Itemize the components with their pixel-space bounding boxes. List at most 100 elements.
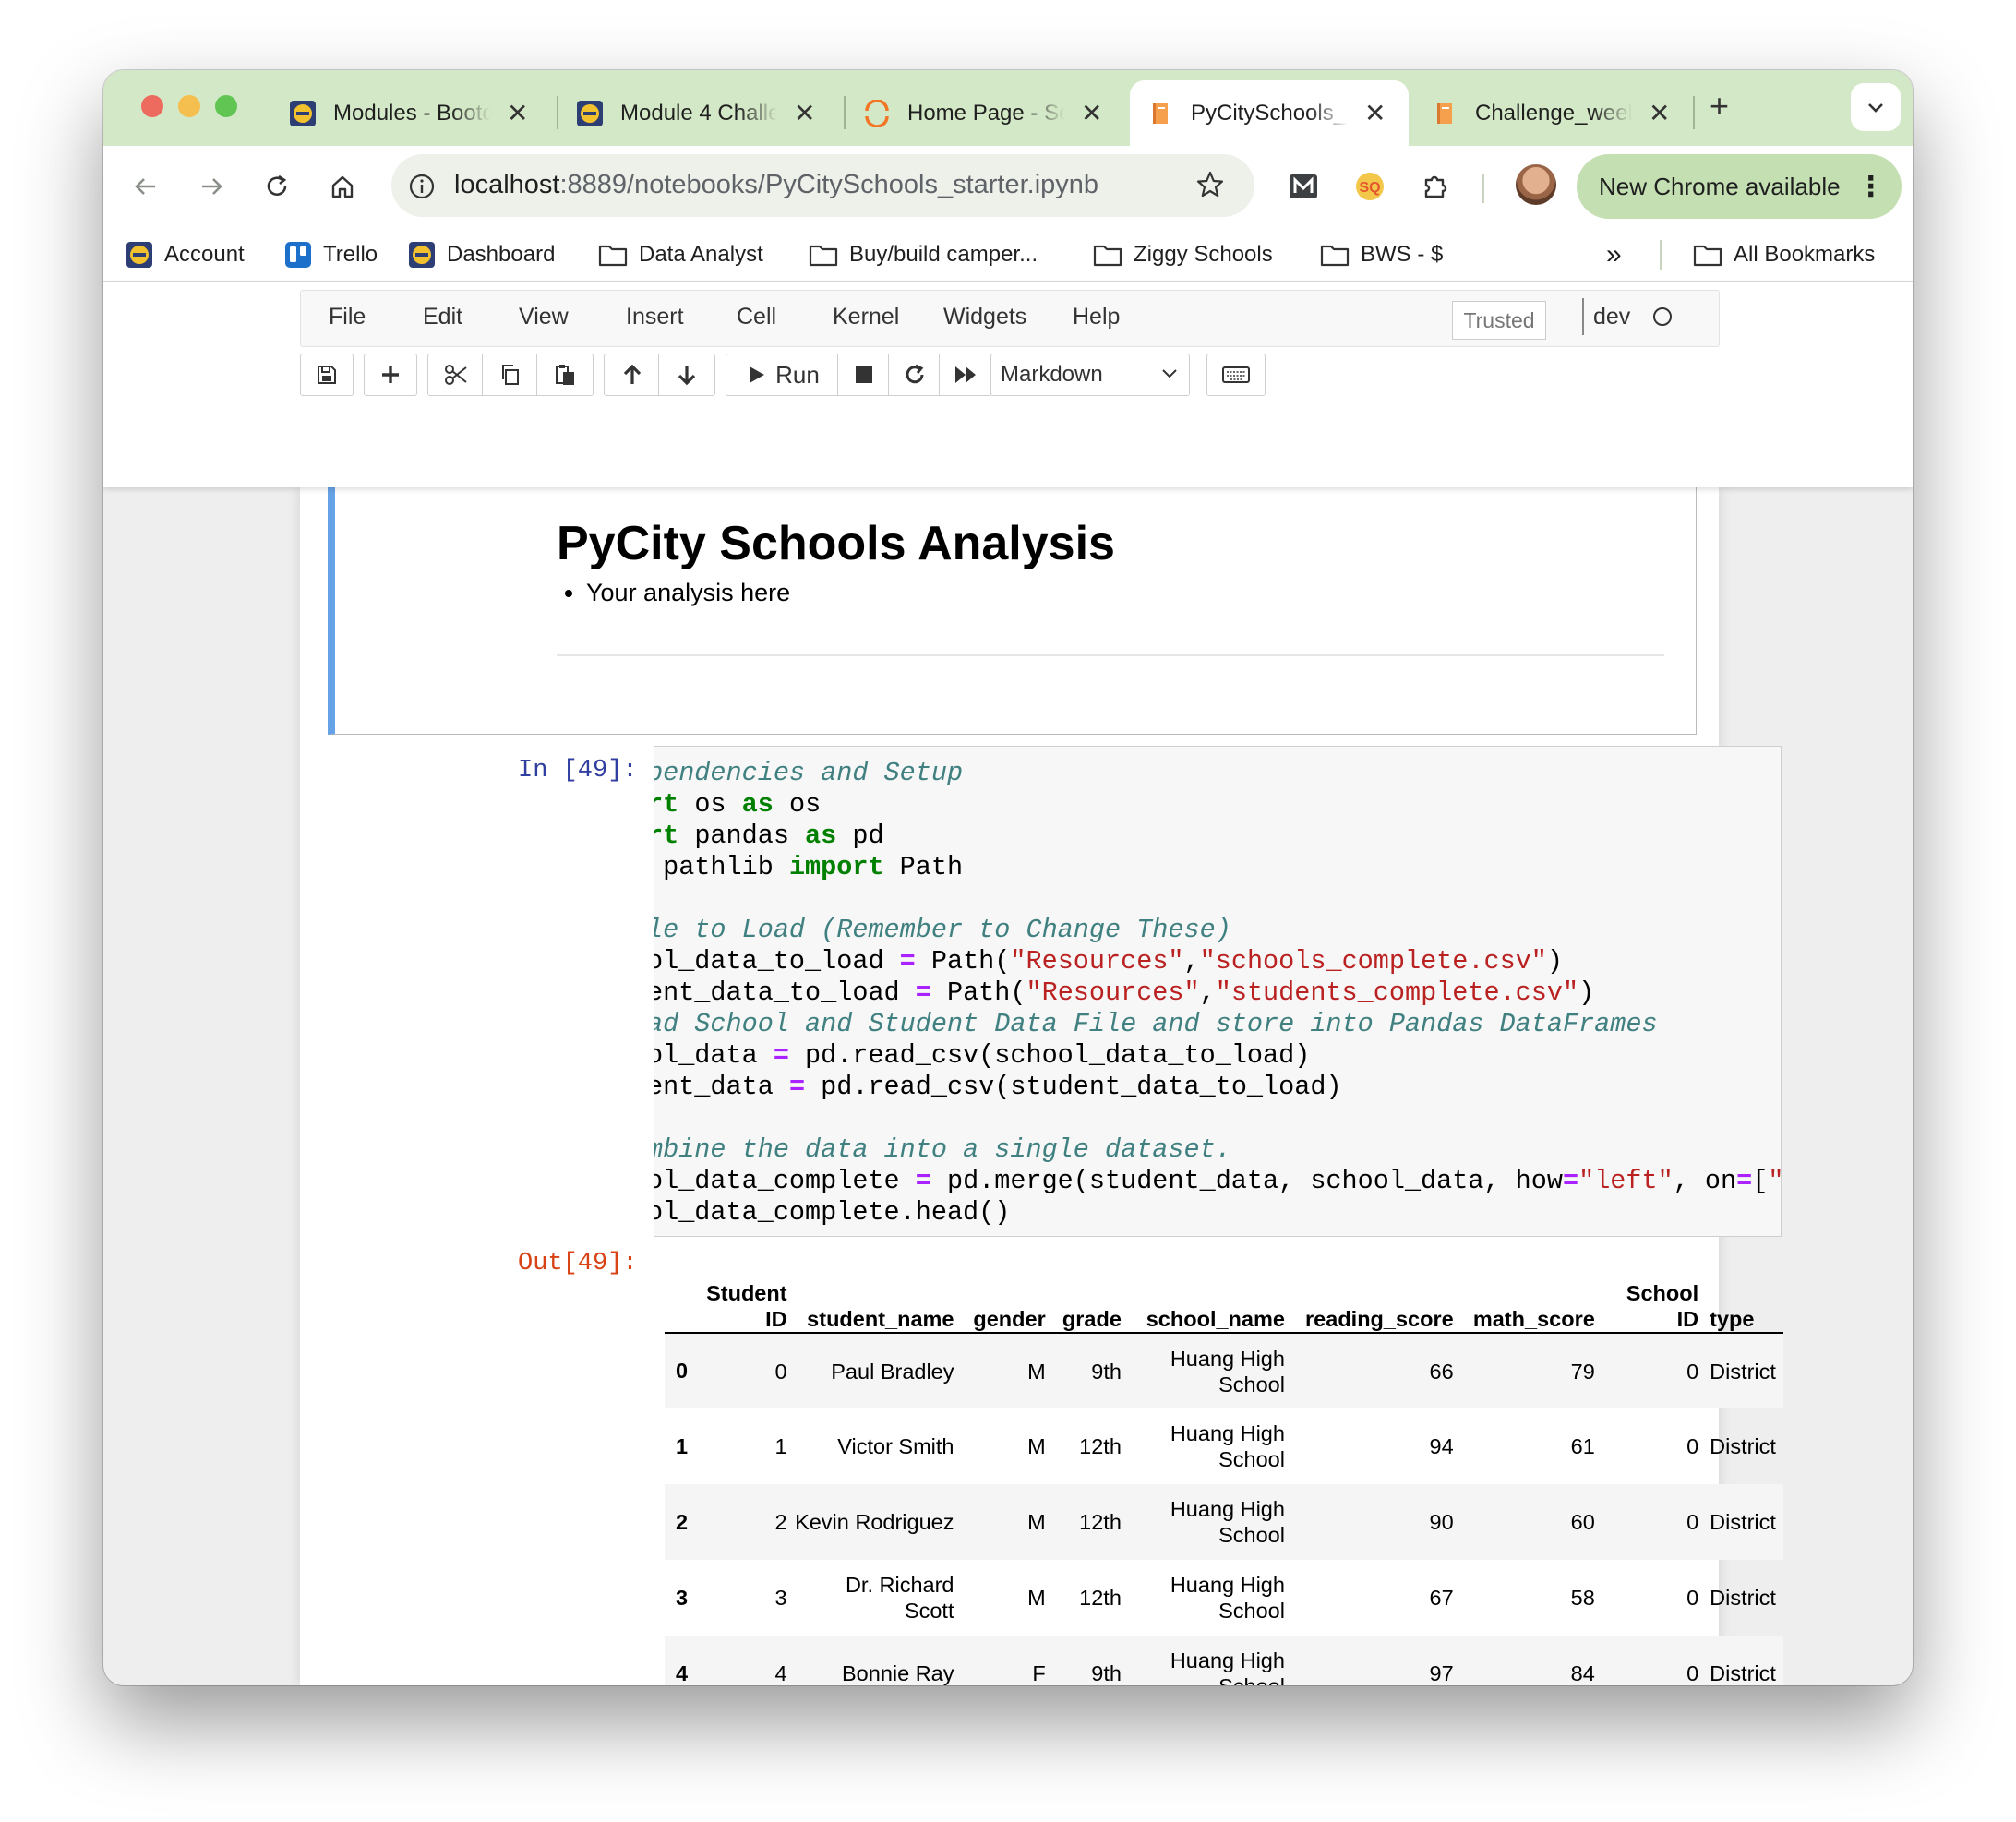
minimize-window-button[interactable] bbox=[178, 95, 200, 117]
all-bookmarks-button[interactable]: All Bookmarks bbox=[1693, 238, 1875, 271]
bootcamp-icon bbox=[409, 242, 435, 268]
plus-icon bbox=[382, 366, 399, 383]
run-label: Run bbox=[775, 360, 820, 389]
cell-gender: M bbox=[1027, 1510, 1046, 1534]
notebook-icon bbox=[1153, 102, 1168, 124]
menu-view[interactable]: View bbox=[519, 304, 569, 330]
tab-module-4[interactable]: Module 4 Challenge ✕ bbox=[559, 80, 836, 146]
markdown-cell[interactable]: PyCity Schools Analysis Your analysis he… bbox=[328, 478, 1697, 735]
bookmark-star-icon[interactable] bbox=[1194, 169, 1226, 200]
row-index: 4 bbox=[676, 1660, 689, 1685]
cell-school-id: 0 bbox=[1686, 1510, 1699, 1534]
bookmark-folder-ziggy[interactable]: Ziggy Schools bbox=[1093, 238, 1273, 271]
close-tab-icon[interactable]: ✕ bbox=[794, 100, 815, 126]
insert-cell-button[interactable] bbox=[364, 354, 417, 396]
notebook-container: PyCity Schools Analysis Your analysis he… bbox=[300, 478, 1783, 1685]
new-tab-button[interactable]: + bbox=[1710, 87, 1729, 126]
bookmark-folder-bws[interactable]: BWS - $ bbox=[1320, 238, 1443, 271]
jupyter-header: File Edit View Insert Cell Kernel Widget… bbox=[103, 282, 1913, 487]
column-header-type: type bbox=[1710, 1307, 1755, 1331]
close-tab-icon[interactable]: ✕ bbox=[1364, 100, 1386, 126]
tab-title: Challenge_week bbox=[1475, 100, 1632, 126]
restart-icon bbox=[906, 364, 924, 384]
menu-cell[interactable]: Cell bbox=[737, 304, 776, 330]
tab-modules[interactable]: Modules - Bootcamp ✕ bbox=[272, 80, 549, 146]
profile-avatar[interactable] bbox=[1516, 164, 1556, 205]
tab-title: Modules - Bootcamp bbox=[333, 100, 490, 126]
cell-school-name: Huang High School bbox=[1170, 1648, 1285, 1685]
menu-edit[interactable]: Edit bbox=[423, 304, 462, 330]
cell-type-value: Markdown bbox=[1001, 362, 1103, 387]
site-info-icon[interactable] bbox=[408, 173, 436, 200]
command-palette-button[interactable] bbox=[1206, 354, 1266, 396]
back-button[interactable] bbox=[126, 166, 166, 207]
cell-student-name: Victor Smith bbox=[837, 1434, 954, 1458]
copy-button[interactable] bbox=[482, 354, 539, 396]
cell-gender: F bbox=[1032, 1661, 1046, 1685]
cell-school-name: Huang High School bbox=[1170, 1573, 1285, 1623]
cell-type: District bbox=[1710, 1661, 1776, 1685]
home-button[interactable] bbox=[322, 166, 363, 207]
save-button[interactable] bbox=[300, 354, 354, 396]
close-tab-icon[interactable]: ✕ bbox=[1081, 100, 1102, 126]
tab-home-page[interactable]: Home Page - Select ✕ bbox=[846, 80, 1123, 146]
close-tab-icon[interactable]: ✕ bbox=[1649, 100, 1670, 126]
close-tab-icon[interactable]: ✕ bbox=[507, 100, 528, 126]
interrupt-button[interactable] bbox=[837, 354, 891, 396]
cut-button[interactable] bbox=[427, 354, 485, 396]
bookmark-label: Buy/build camper... bbox=[849, 242, 1038, 267]
chrome-update-button[interactable]: New Chrome available ⋮ bbox=[1577, 154, 1902, 219]
move-up-button[interactable] bbox=[604, 354, 661, 396]
tab-title: PyCitySchools_starter bbox=[1191, 100, 1348, 126]
move-down-button[interactable] bbox=[658, 354, 715, 396]
menu-widgets[interactable]: Widgets bbox=[943, 304, 1026, 330]
cell-student-id: 0 bbox=[774, 1359, 787, 1384]
output-prompt: Out[49]: bbox=[518, 1250, 638, 1277]
code-cell-editor[interactable]: pendencies and Setuprt os as osrt pandas… bbox=[654, 746, 1782, 1237]
more-bookmarks-button[interactable]: » bbox=[1606, 238, 1622, 271]
bookmark-folder-camper[interactable]: Buy/build camper... bbox=[809, 238, 1038, 271]
restart-run-all-button[interactable] bbox=[939, 354, 992, 396]
reload-button[interactable] bbox=[257, 166, 297, 207]
stop-icon bbox=[856, 366, 872, 383]
extension-sq-button[interactable]: SQ bbox=[1351, 168, 1388, 205]
cell-type-select[interactable]: Markdown bbox=[990, 354, 1190, 396]
menu-kernel[interactable]: Kernel bbox=[833, 304, 899, 330]
bookmark-label: Ziggy Schools bbox=[1134, 242, 1273, 267]
column-header-math-score: math_score bbox=[1472, 1307, 1595, 1331]
cell-type: District bbox=[1710, 1434, 1776, 1458]
kernel-name[interactable]: dev bbox=[1593, 304, 1630, 330]
paste-button[interactable] bbox=[536, 354, 594, 396]
code-text[interactable]: pendencies and Setuprt os as osrt pandas… bbox=[654, 758, 1781, 1229]
table-row: 3 3 Dr. Richard Scott M 12th Huang High … bbox=[665, 1560, 1783, 1636]
kebab-menu-icon[interactable]: ⋮ bbox=[1857, 171, 1885, 203]
tab-pycityschools[interactable]: PyCitySchools_starter ✕ bbox=[1130, 80, 1409, 146]
bookmark-folder-data-analyst[interactable]: Data Analyst bbox=[598, 238, 763, 271]
run-button[interactable]: Run bbox=[726, 354, 840, 396]
tab-challenge-week[interactable]: Challenge_week ✕ bbox=[1414, 80, 1691, 146]
svg-text:SQ: SQ bbox=[1359, 180, 1380, 196]
menu-insert[interactable]: Insert bbox=[626, 304, 684, 330]
forward-button[interactable] bbox=[191, 166, 232, 207]
bookmark-trello[interactable]: Trello bbox=[284, 238, 378, 271]
extensions-button[interactable] bbox=[1418, 168, 1455, 205]
bookmark-account[interactable]: Account bbox=[126, 238, 245, 271]
extension-m-button[interactable] bbox=[1285, 168, 1322, 205]
trusted-badge[interactable]: Trusted bbox=[1452, 301, 1546, 340]
column-header-reading-score: reading_score bbox=[1305, 1307, 1454, 1331]
url-text[interactable]: localhost:8889/notebooks/PyCitySchools_s… bbox=[454, 170, 1098, 200]
sq-extension-icon: SQ bbox=[1356, 173, 1384, 200]
menu-file[interactable]: File bbox=[329, 304, 366, 330]
menu-help[interactable]: Help bbox=[1073, 304, 1120, 330]
zoom-window-button[interactable] bbox=[215, 95, 237, 117]
tab-search-button[interactable] bbox=[1851, 83, 1901, 131]
column-header-grade: grade bbox=[1062, 1307, 1122, 1331]
cell-school-id: 0 bbox=[1686, 1586, 1699, 1610]
restart-kernel-button[interactable] bbox=[888, 354, 942, 396]
address-bar[interactable]: localhost:8889/notebooks/PyCitySchools_s… bbox=[391, 154, 1254, 217]
output-area: Student ID student_name gender grade sch… bbox=[665, 1266, 1783, 1685]
close-window-button[interactable] bbox=[141, 95, 163, 117]
cell-grade: 9th bbox=[1091, 1359, 1122, 1384]
bookmark-dashboard[interactable]: Dashboard bbox=[408, 238, 555, 271]
cell-grade: 12th bbox=[1079, 1510, 1122, 1534]
